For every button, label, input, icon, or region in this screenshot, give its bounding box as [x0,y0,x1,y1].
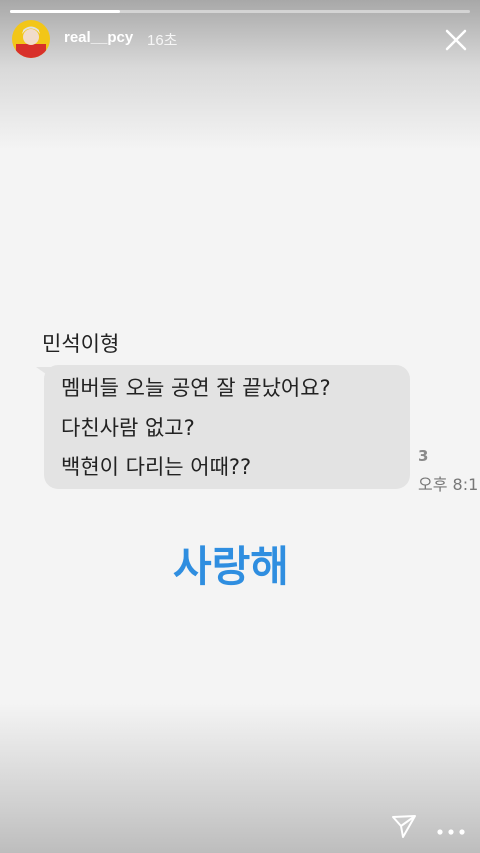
message-time: 오후 8:1 [418,475,479,494]
more-button[interactable] [436,822,466,835]
story-progress-fill [10,10,121,13]
avatar-image [12,20,50,58]
unread-count: 3 [418,447,429,465]
send-button[interactable] [390,812,418,840]
close-button[interactable] [442,26,470,54]
message-line: 멤버들 오늘 공연 잘 끝났어요? [61,376,331,400]
top-shade [0,0,480,150]
username[interactable]: real__pcy [64,29,133,46]
story-timestamp: 16초 [147,32,178,49]
message-sender: 민석이형 [42,332,120,356]
avatar[interactable] [12,20,50,58]
message-line: 다친사람 없고? [61,416,195,440]
more-icon [437,829,465,835]
story-progress-bar [10,10,470,13]
story-text-overlay: 사랑해 [173,542,289,591]
message-line: 백현이 다리는 어때?? [61,455,252,479]
close-icon [445,29,467,51]
paper-plane-icon [392,815,416,838]
